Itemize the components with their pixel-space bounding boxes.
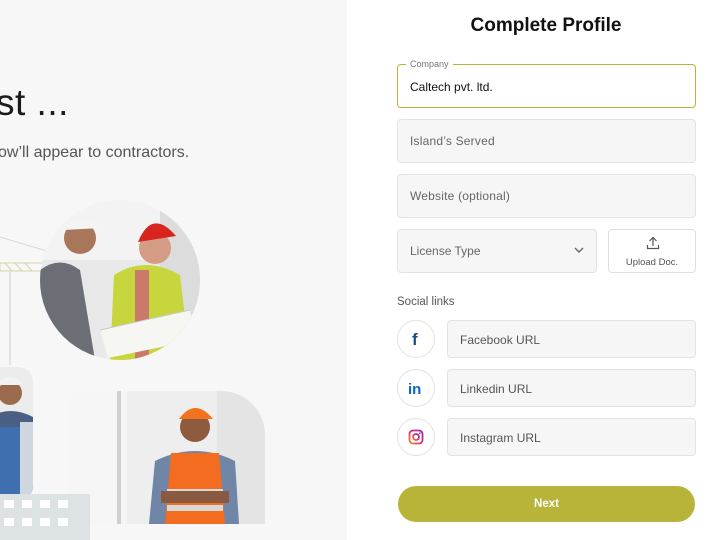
facebook-url-input[interactable]: Facebook URL [447, 320, 696, 358]
upload-doc-button[interactable]: Upload Doc. [608, 229, 696, 273]
facebook-icon: f [397, 320, 435, 358]
building-illustration [0, 494, 90, 540]
instagram-url-placeholder: Instagram URL [460, 431, 541, 445]
company-field[interactable]: Company Caltech pvt. ltd. [397, 59, 696, 108]
website-field[interactable]: Website (optional) [397, 174, 696, 218]
instagram-icon [397, 418, 435, 456]
worker-photo-left [0, 367, 33, 500]
company-label: Company [406, 59, 453, 69]
facebook-url-placeholder: Facebook URL [460, 333, 541, 347]
hero-title: st ... [0, 82, 69, 123]
svg-text:in: in [408, 381, 421, 396]
license-type-select[interactable]: License Type [397, 229, 597, 273]
islands-served-placeholder: Island’s Served [410, 134, 495, 148]
website-placeholder: Website (optional) [410, 189, 511, 203]
upload-doc-label: Upload Doc. [625, 257, 679, 268]
license-type-placeholder: License Type [410, 244, 481, 258]
left-panel: st ... ow’ll appear to contractors. [0, 0, 347, 540]
chevron-down-icon [574, 247, 584, 253]
hero-subtitle: ow’ll appear to contractors. [0, 144, 190, 161]
linkedin-url-input[interactable]: Linkedin URL [447, 369, 696, 407]
form-title: Complete Profile [470, 15, 622, 36]
linkedin-url-placeholder: Linkedin URL [460, 382, 533, 396]
upload-icon [646, 236, 660, 250]
company-value: Caltech pvt. ltd. [410, 80, 493, 94]
workers-photo-circle [40, 200, 200, 360]
next-button[interactable]: Next [398, 486, 695, 522]
social-links-heading: Social links [397, 296, 455, 308]
linkedin-icon: in [397, 369, 435, 407]
instagram-url-input[interactable]: Instagram URL [447, 418, 696, 456]
profile-form-panel: Complete Profile Company Caltech pvt. lt… [347, 0, 720, 540]
svg-text:f: f [412, 331, 418, 347]
islands-served-field[interactable]: Island’s Served [397, 119, 696, 163]
